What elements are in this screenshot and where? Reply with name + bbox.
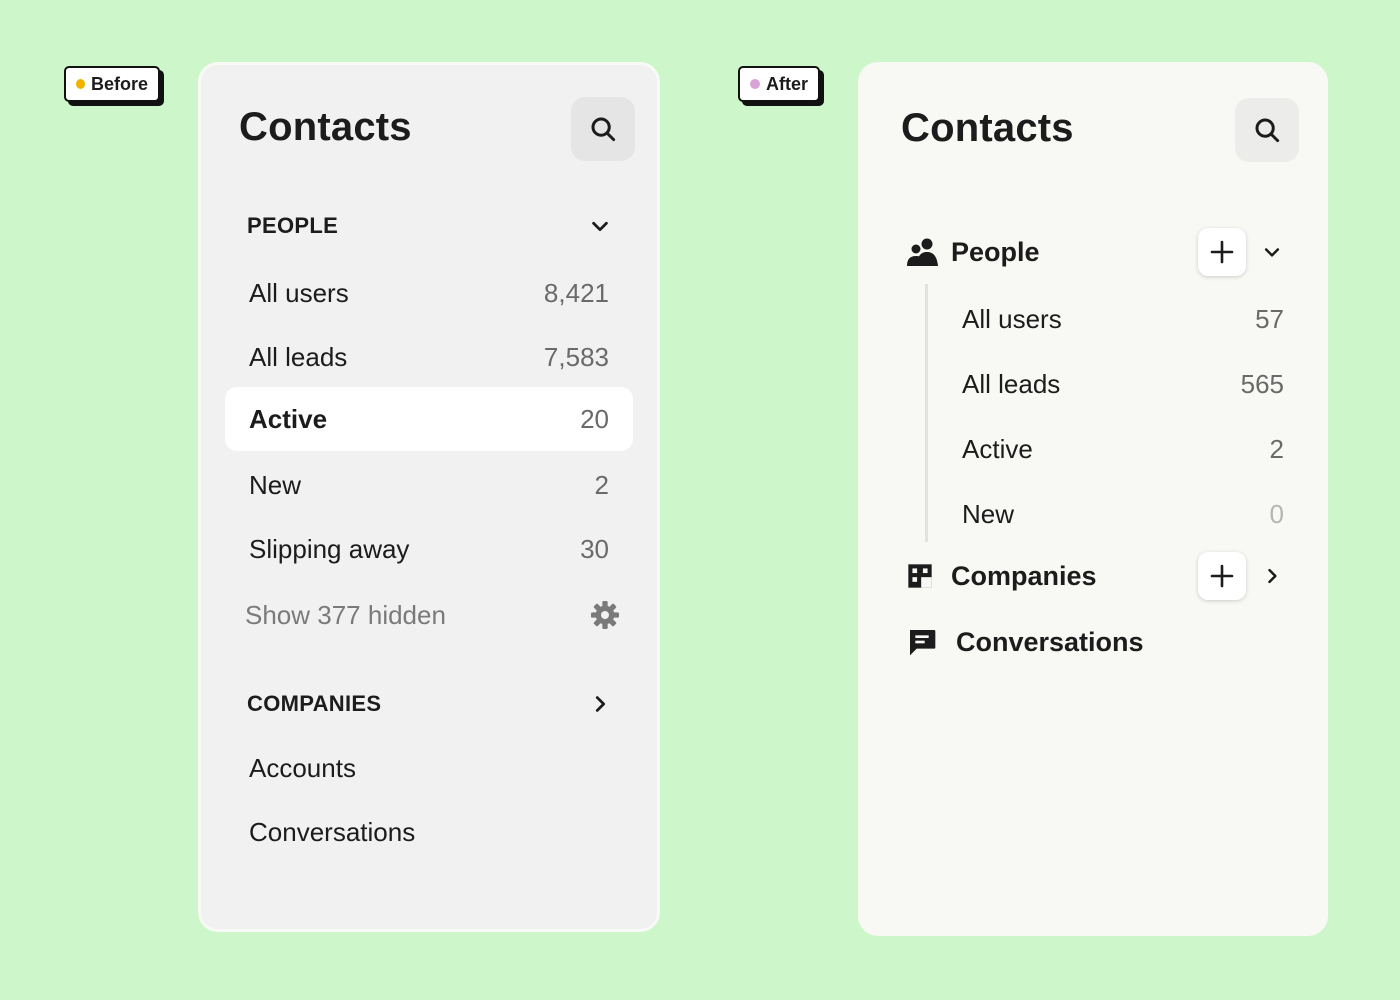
nav-item-label: All leads	[249, 341, 348, 372]
chevron-right-icon[interactable]	[1260, 566, 1284, 586]
search-button[interactable]	[571, 97, 635, 161]
nav-item-all-leads[interactable]: All leads 7,583	[225, 325, 633, 389]
people-section-label: PEOPLE	[247, 213, 339, 238]
chevron-down-icon[interactable]	[1260, 242, 1284, 262]
search-button[interactable]	[1235, 98, 1299, 162]
nav-item-count: 30	[580, 533, 609, 564]
nav-item-count: 57	[1255, 303, 1284, 334]
show-hidden-label: Show 377 hidden	[245, 599, 446, 630]
after-badge-label: After	[765, 73, 808, 94]
nav-item-label: New	[249, 469, 302, 500]
page-title: Contacts	[901, 106, 1074, 150]
after-badge: After	[738, 66, 820, 102]
before-badge-label: Before	[90, 73, 148, 94]
after-contacts-panel: Contacts People All users 57 All leads 5…	[858, 62, 1328, 936]
companies-section-header[interactable]: COMPANIES	[247, 689, 611, 719]
nav-item-count: 0	[1269, 498, 1284, 529]
nav-item-conversations[interactable]: Conversations	[249, 817, 415, 848]
building-icon	[906, 562, 942, 590]
companies-group-header[interactable]: Companies	[906, 550, 1284, 602]
add-company-button[interactable]	[1198, 552, 1246, 600]
nav-item-count: 8,421	[543, 277, 609, 308]
chevron-down-icon	[592, 221, 608, 232]
show-hidden-link[interactable]: Show 377 hidden	[225, 583, 633, 647]
nav-item-label: All leads	[962, 368, 1061, 399]
gear-icon[interactable]	[589, 599, 621, 631]
page-title: Contacts	[239, 105, 412, 149]
conversations-nav-item[interactable]: Conversations	[906, 616, 1284, 668]
nav-item-count: 7,583	[543, 341, 609, 372]
search-icon	[591, 117, 616, 142]
before-badge-dot	[76, 79, 85, 89]
nav-item-new[interactable]: New 0	[962, 484, 1284, 544]
nav-item-label: New	[962, 498, 1015, 529]
nav-item-new[interactable]: New 2	[225, 453, 633, 517]
nav-item-active[interactable]: Active 20	[225, 387, 633, 451]
nav-item-slipping-away[interactable]: Slipping away 30	[225, 517, 633, 581]
people-icon	[906, 237, 942, 267]
nav-item-all-users[interactable]: All users 57	[962, 289, 1284, 349]
before-badge: Before	[64, 66, 160, 102]
plus-icon	[1210, 240, 1234, 264]
nav-item-count: 2	[594, 469, 609, 500]
nav-item-label: Slipping away	[249, 533, 410, 564]
nav-item-label: Active	[249, 403, 328, 434]
nav-item-count: 20	[580, 403, 609, 434]
nav-item-all-leads[interactable]: All leads 565	[962, 354, 1284, 414]
search-icon	[1255, 118, 1280, 143]
nav-item-accounts[interactable]: Accounts	[249, 753, 356, 784]
companies-group-label: Companies	[951, 560, 1097, 591]
nav-item-label: All users	[249, 277, 349, 308]
after-badge-dot	[750, 79, 760, 89]
add-people-button[interactable]	[1198, 228, 1246, 276]
chat-icon	[906, 626, 942, 658]
companies-section-label: COMPANIES	[247, 691, 382, 716]
plus-icon	[1210, 564, 1234, 588]
nav-item-label: Active	[962, 433, 1033, 464]
nav-item-all-users[interactable]: All users 8,421	[225, 261, 633, 325]
chevron-right-icon	[595, 696, 606, 712]
people-section-header[interactable]: PEOPLE	[247, 211, 611, 241]
nav-item-label: All users	[962, 303, 1062, 334]
nav-item-count: 2	[1269, 433, 1284, 464]
before-contacts-panel: Contacts PEOPLE All users 8,421 All lead…	[198, 62, 660, 932]
people-group-header[interactable]: People	[906, 226, 1284, 278]
nav-item-active[interactable]: Active 2	[962, 419, 1284, 479]
conversations-label: Conversations	[956, 626, 1144, 657]
people-group-label: People	[951, 236, 1040, 267]
tree-indent-line	[925, 284, 928, 542]
nav-item-count: 565	[1240, 368, 1284, 399]
